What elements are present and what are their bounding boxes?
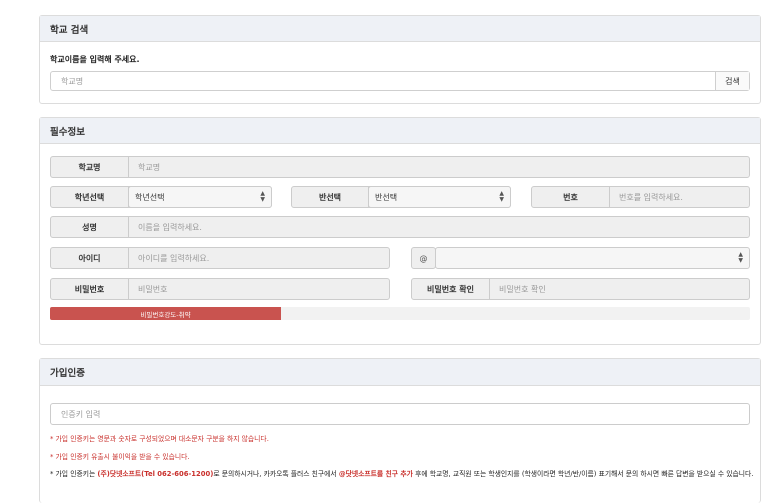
email-domain-select[interactable]: ▲ ▼: [435, 247, 750, 269]
join-auth-panel: 가입인증 * 가입 인증키는 영문과 숫자로 구성되었으며 대소문자 구분을 하…: [39, 358, 761, 503]
grade-label: 학년선택: [51, 187, 129, 207]
password-confirm-group: 비밀번호 확인: [411, 278, 750, 300]
contact-text-c: 후에 학교명, 교직원 또는 학생인지를 (학생이라면 학년/반/이름) 표기해…: [412, 470, 754, 478]
contact-text-b: 로 문의하시거나, 카카오톡 플러스 친구에서: [213, 470, 339, 478]
kakao-friend-add: @닷넷소프트를 친구 추가: [338, 470, 413, 478]
class-select[interactable]: 반선택 ▲ ▼: [368, 186, 511, 208]
password-group: 비밀번호: [50, 278, 390, 300]
required-info-title: 필수정보: [40, 118, 760, 144]
name-group: 성명: [50, 216, 750, 238]
school-name-value: 학교명: [138, 162, 161, 172]
join-auth-title: 가입인증: [40, 359, 760, 386]
school-name-field: 학교명 학교명: [50, 156, 750, 178]
auth-key-input[interactable]: [50, 403, 750, 425]
school-search-input[interactable]: [51, 72, 715, 90]
name-input[interactable]: [129, 217, 749, 237]
number-input[interactable]: [610, 187, 749, 207]
userid-input[interactable]: [129, 248, 389, 268]
class-select-value: 반선택: [375, 192, 398, 202]
search-button[interactable]: 검색: [715, 72, 749, 90]
company-contact: (주)닷넷소프트(Tel 062-606-1200): [97, 470, 214, 478]
number-group: 번호: [531, 186, 750, 208]
auth-note-case: * 가입 인증키는 영문과 숫자로 구성되었으며 대소문자 구분을 하지 않습니…: [50, 435, 269, 443]
at-sign: @: [419, 253, 428, 263]
grade-select[interactable]: 학년선택 ▲ ▼: [128, 186, 272, 208]
number-label: 번호: [532, 187, 610, 207]
password-confirm-input[interactable]: [490, 279, 749, 299]
school-name-label: 학교명: [51, 157, 129, 177]
school-search-title: 학교 검색: [40, 16, 760, 42]
grade-select-value: 학년선택: [135, 192, 165, 202]
auth-note-leak: * 가입 인증키 유출시 불이익을 받을 수 있습니다.: [50, 453, 190, 461]
class-label: 반선택: [292, 187, 369, 207]
password-confirm-label: 비밀번호 확인: [412, 279, 490, 299]
contact-text-a: * 가입 인증키는: [50, 470, 98, 478]
userid-label: 아이디: [51, 248, 129, 268]
password-input[interactable]: [129, 279, 389, 299]
select-arrows-icon: ▲ ▼: [738, 251, 743, 264]
password-label: 비밀번호: [51, 279, 129, 299]
userid-group: 아이디: [50, 247, 390, 269]
school-search-panel: 학교 검색 학교이름을 입력해 주세요. 검색: [39, 15, 761, 104]
school-name-prompt: 학교이름을 입력해 주세요.: [50, 55, 140, 64]
select-arrows-icon: ▲ ▼: [260, 190, 265, 203]
at-sign-addon: @: [411, 247, 436, 269]
auth-note-contact: * 가입 인증키는 (주)닷넷소프트(Tel 062-606-1200)로 문의…: [50, 469, 755, 479]
required-info-panel: 필수정보 학교명 학교명 학년선택 학년선택 ▲ ▼ 반선택 반선택 ▲ ▼ 번호 …: [39, 117, 761, 345]
name-label: 성명: [51, 217, 129, 237]
select-arrows-icon: ▲ ▼: [499, 190, 504, 203]
password-strength-fill: 비밀번호강도-취약: [50, 307, 281, 320]
school-search-group: 검색: [50, 71, 750, 91]
password-strength-bar: 비밀번호강도-취약: [50, 307, 750, 320]
